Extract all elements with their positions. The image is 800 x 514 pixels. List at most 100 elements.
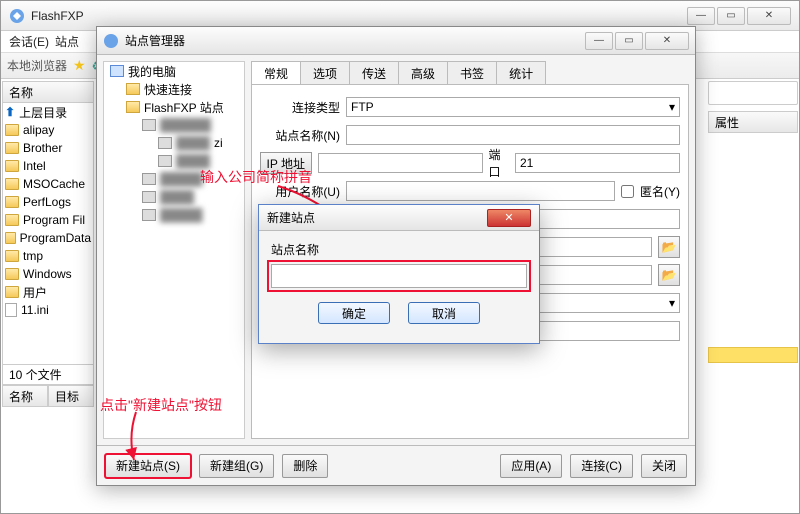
conn-type-label: 连接类型: [260, 99, 340, 116]
ns-ok-button[interactable]: 确定: [318, 302, 390, 324]
star-icon[interactable]: ★: [73, 57, 86, 74]
local-header-name[interactable]: 名称: [2, 81, 94, 103]
folder-icon: [5, 250, 19, 262]
list-item[interactable]: Brother: [3, 139, 93, 157]
list-item[interactable]: 用户: [3, 283, 93, 301]
list-item[interactable]: Program Fil: [3, 211, 93, 229]
sm-minimize-button[interactable]: —: [585, 32, 613, 50]
close-button[interactable]: ✕: [747, 7, 791, 25]
folder-open-icon: 📂: [662, 240, 677, 254]
site-manager-titlebar: 站点管理器 — ▭ ✕: [97, 27, 695, 55]
server-icon: [158, 155, 172, 167]
anonymous-label: 匿名(Y): [640, 183, 680, 200]
folder-icon: [5, 142, 19, 154]
anonymous-checkbox[interactable]: [621, 185, 634, 198]
tab-advanced[interactable]: 高级: [398, 61, 448, 84]
site-name-label: 站点名称(N): [260, 127, 340, 144]
folder-icon: [5, 286, 19, 298]
folder-icon: [126, 83, 140, 95]
server-icon: [158, 137, 172, 149]
site-tree[interactable]: 我的电脑 快速连接 FlashFXP 站点 ██████ ████zi ████…: [103, 61, 245, 439]
queue-header-name[interactable]: 名称: [2, 385, 48, 407]
folder-icon: [5, 160, 19, 172]
queue-headers: 名称 目标: [2, 385, 94, 407]
tree-site-item[interactable]: ████zi: [104, 134, 244, 152]
folder-icon: [5, 232, 16, 244]
tree-site-item[interactable]: █████: [104, 206, 244, 224]
browse-folder-button[interactable]: 📂: [658, 264, 680, 286]
ns-titlebar: 新建站点 ✕: [259, 205, 539, 231]
site-manager-icon: [103, 33, 119, 49]
tree-sites-folder[interactable]: FlashFXP 站点: [104, 98, 244, 116]
folder-icon: [5, 214, 19, 226]
remote-address[interactable]: [708, 81, 798, 105]
sm-footer: 新建站点(S) 新建组(G) 删除 应用(A) 连接(C) 关闭: [97, 445, 695, 485]
tree-quick-connect[interactable]: 快速连接: [104, 80, 244, 98]
folder-icon: [5, 178, 19, 190]
port-label: 端口: [489, 146, 510, 180]
chevron-down-icon: ▾: [669, 100, 675, 114]
tree-root[interactable]: 我的电脑: [104, 62, 244, 80]
sm-tabs: 常规 选项 传送 高级 书签 统计: [251, 61, 689, 85]
folder-icon: [5, 124, 19, 136]
port-input[interactable]: [515, 153, 680, 173]
server-icon: [142, 173, 156, 185]
remote-panel: 属性: [708, 81, 798, 133]
chevron-down-icon: ▾: [669, 296, 675, 310]
folder-icon: [5, 196, 19, 208]
sm-maximize-button[interactable]: ▭: [615, 32, 643, 50]
queue-header-target[interactable]: 目标: [48, 385, 94, 407]
sm-close-button[interactable]: ✕: [645, 32, 689, 50]
site-manager-title: 站点管理器: [125, 32, 585, 49]
apply-button[interactable]: 应用(A): [500, 454, 562, 478]
list-item[interactable]: 11.ini: [3, 301, 93, 319]
list-item[interactable]: MSOCache: [3, 175, 93, 193]
list-item[interactable]: tmp: [3, 247, 93, 265]
browse-folder-button[interactable]: 📂: [658, 236, 680, 258]
minimize-button[interactable]: —: [687, 7, 715, 25]
tab-general[interactable]: 常规: [251, 61, 301, 84]
connect-button[interactable]: 连接(C): [570, 454, 633, 478]
delete-button[interactable]: 删除: [282, 454, 328, 478]
tab-options[interactable]: 选项: [300, 61, 350, 84]
list-item[interactable]: Intel: [3, 157, 93, 175]
site-name-input[interactable]: [346, 125, 680, 145]
conn-type-select[interactable]: FTP▾: [346, 97, 680, 117]
tab-stats[interactable]: 统计: [496, 61, 546, 84]
remote-header-attr[interactable]: 属性: [708, 111, 798, 133]
ns-title: 新建站点: [267, 209, 487, 226]
list-item[interactable]: Windows: [3, 265, 93, 283]
close-dialog-button[interactable]: 关闭: [641, 454, 687, 478]
file-icon: [5, 303, 17, 317]
ns-label: 站点名称: [271, 241, 527, 258]
local-panel: 名称 ⬆上层目录 alipay Brother Intel MSOCache P…: [2, 81, 94, 512]
pc-icon: [110, 65, 124, 77]
toolbar-local-browser[interactable]: 本地浏览器: [7, 57, 67, 74]
tab-bookmarks[interactable]: 书签: [447, 61, 497, 84]
tab-transfer[interactable]: 传送: [349, 61, 399, 84]
new-site-dialog: 新建站点 ✕ 站点名称 确定 取消: [258, 204, 540, 344]
server-icon: [142, 191, 156, 203]
local-status: 10 个文件: [2, 365, 94, 385]
app-icon: [9, 8, 25, 24]
ns-site-name-input[interactable]: [271, 264, 527, 288]
tree-site-item[interactable]: ██████: [104, 116, 244, 134]
folder-icon: [5, 268, 19, 280]
local-file-list[interactable]: ⬆上层目录 alipay Brother Intel MSOCache Perf…: [2, 103, 94, 365]
ns-cancel-button[interactable]: 取消: [408, 302, 480, 324]
maximize-button[interactable]: ▭: [717, 7, 745, 25]
menu-session[interactable]: 会话(E): [9, 33, 49, 50]
list-item[interactable]: PerfLogs: [3, 193, 93, 211]
folder-open-icon: 📂: [662, 268, 677, 282]
new-group-button[interactable]: 新建组(G): [199, 454, 274, 478]
remote-highlight: [708, 347, 798, 363]
up-dir-row[interactable]: ⬆上层目录: [3, 103, 93, 121]
new-site-button[interactable]: 新建站点(S): [105, 454, 191, 478]
ns-close-button[interactable]: ✕: [487, 209, 531, 227]
list-item[interactable]: alipay: [3, 121, 93, 139]
menu-sites[interactable]: 站点: [55, 33, 79, 50]
tree-site-item[interactable]: ████: [104, 188, 244, 206]
ip-address-input[interactable]: [318, 153, 483, 173]
list-item[interactable]: ProgramData: [3, 229, 93, 247]
username-input[interactable]: [346, 181, 615, 201]
